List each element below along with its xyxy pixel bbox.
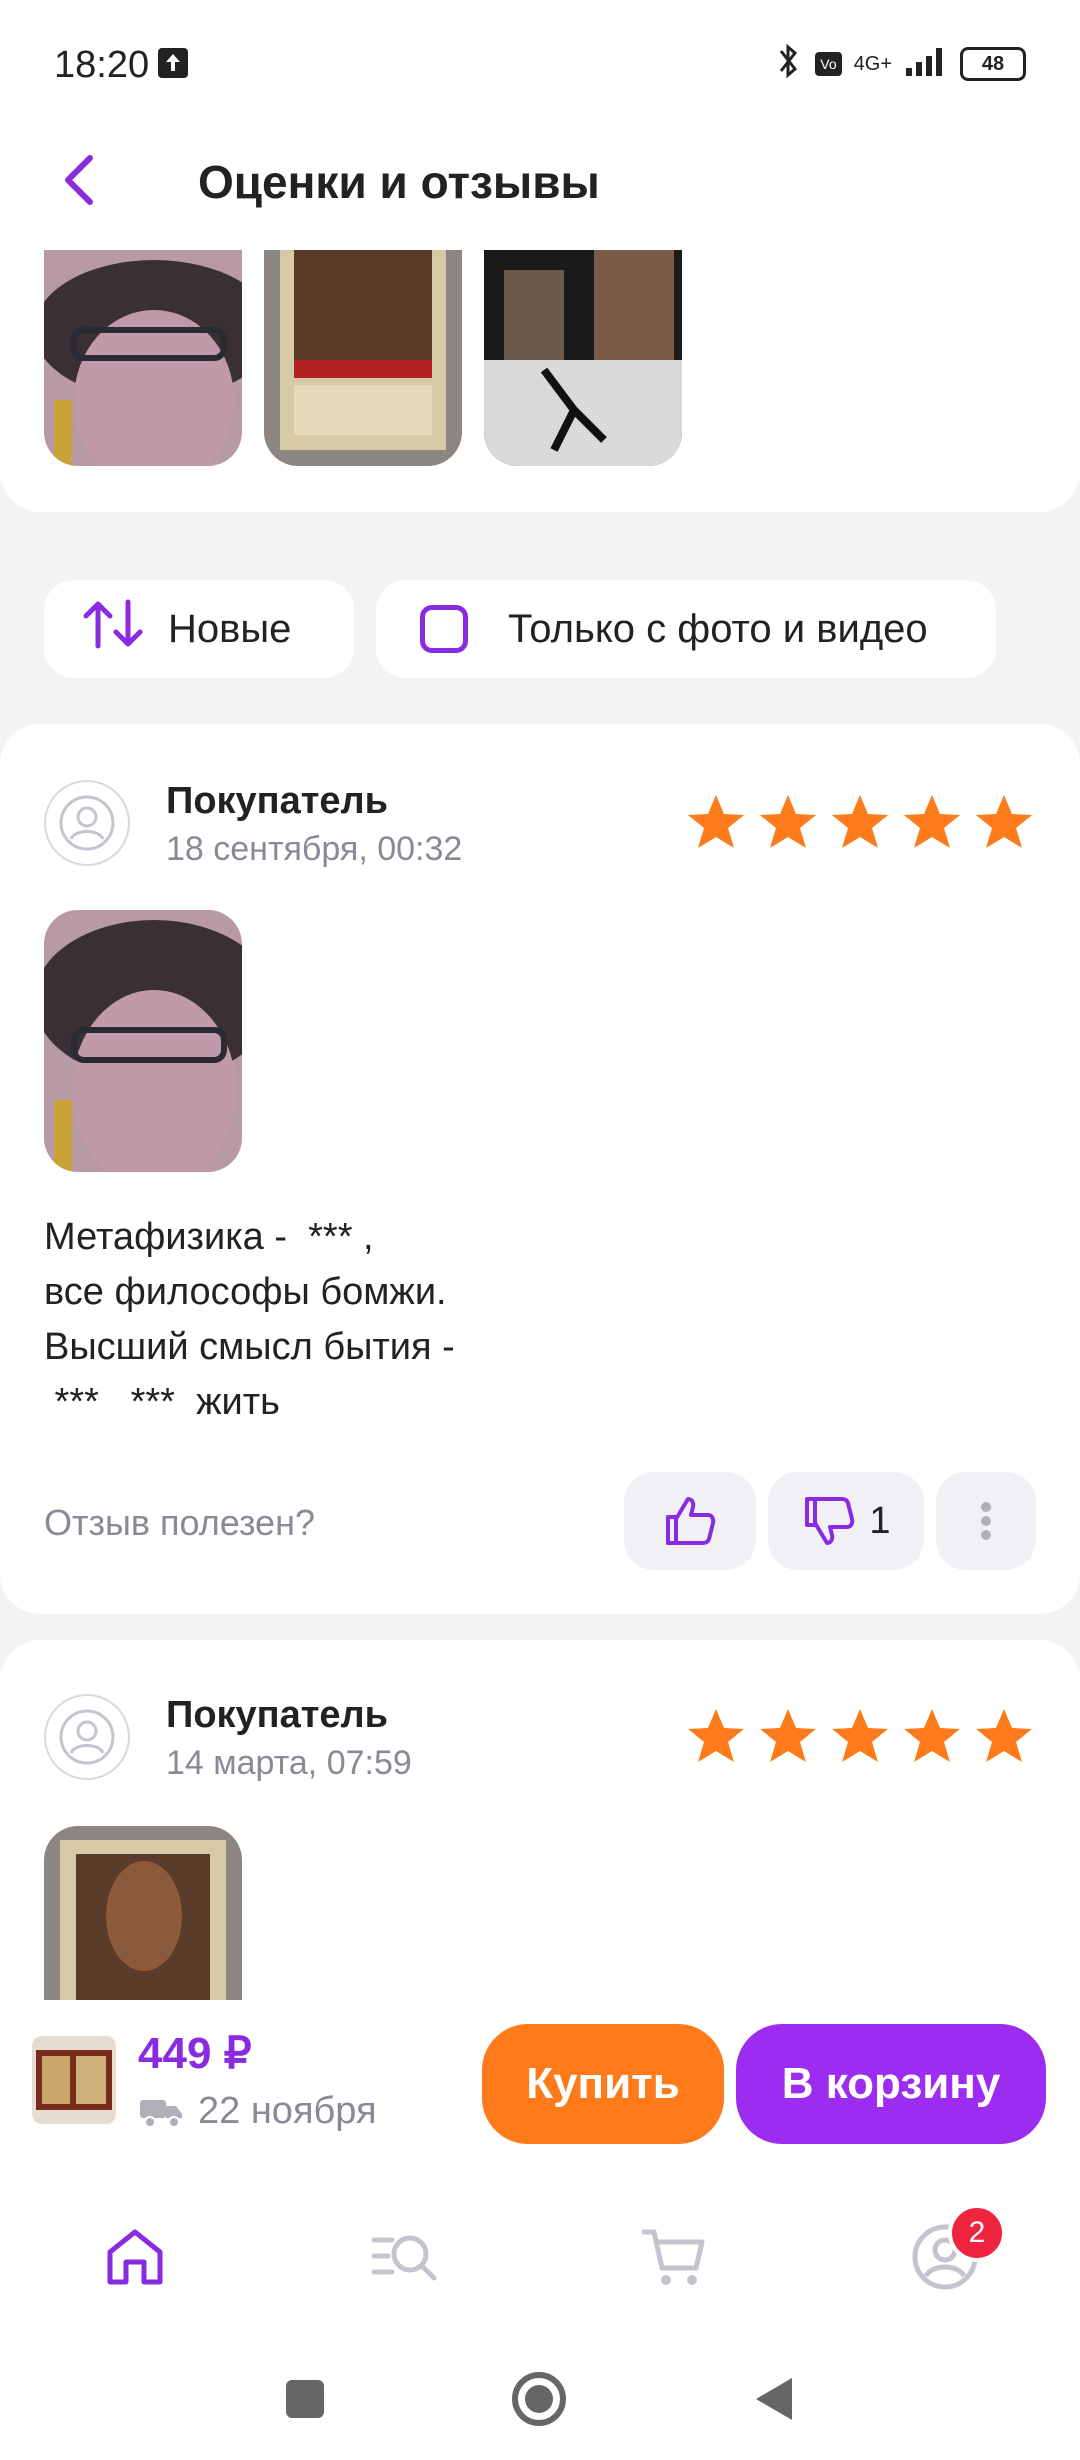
delivery-date: 22 ноября: [198, 2090, 377, 2132]
review-text: Метафизика - *** , все философы бомжи. В…: [44, 1210, 455, 1430]
home-icon: [107, 2229, 163, 2285]
thumbs-down-icon: [805, 1497, 855, 1545]
triangle-back-icon: [756, 2378, 792, 2420]
star-icon: [976, 795, 1032, 848]
notification-badge: 2: [948, 2204, 1006, 2262]
dislike-button[interactable]: 1: [768, 1472, 924, 1570]
star-rating: [686, 1706, 1034, 1766]
back-button[interactable]: [50, 150, 110, 210]
more-vertical-icon: [981, 1502, 991, 1540]
cart-icon: [641, 2229, 705, 2285]
truck-icon: [140, 2099, 182, 2128]
gallery-photo[interactable]: [44, 250, 242, 466]
sort-label: Новые: [168, 606, 292, 651]
star-rating: [686, 792, 1034, 852]
review-text-line: Высший смысл бытия -: [44, 1326, 455, 1368]
add-to-cart-button[interactable]: В корзину: [736, 2024, 1046, 2144]
user-icon: [59, 795, 115, 851]
gallery-photo[interactable]: [264, 250, 462, 466]
sort-chip[interactable]: Новые: [44, 580, 354, 678]
dislike-count: 1: [869, 1499, 891, 1542]
like-button[interactable]: [624, 1472, 756, 1570]
back-system-button[interactable]: [752, 2374, 796, 2429]
page-title: Оценки и отзывы: [198, 156, 600, 208]
review-text-line: Метафизика - *** ,: [44, 1216, 374, 1258]
photo-only-filter[interactable]: Только с фото и видео: [376, 580, 996, 678]
upload-icon: [158, 48, 188, 78]
photo-gallery: [0, 250, 1080, 512]
star-icon: [904, 795, 960, 848]
status-time: 18:20: [54, 44, 150, 86]
review-date: 18 сентября, 00:32: [166, 830, 463, 868]
sort-icon: [80, 596, 146, 662]
review-photo[interactable]: [44, 1826, 242, 2000]
review-text-line: все философы бомжи.: [44, 1271, 447, 1313]
bluetooth-icon: [773, 41, 803, 87]
review-photo[interactable]: [44, 910, 242, 1172]
product-price: 449 ₽: [138, 2029, 252, 2078]
buy-button[interactable]: Купить: [482, 2024, 724, 2144]
avatar: [44, 780, 130, 866]
star-icon: [688, 1709, 744, 1762]
review-author: Покупатель: [166, 1694, 389, 1736]
review-author: Покупатель: [166, 780, 389, 822]
status-icons: Vo 4G+ 48: [773, 41, 1026, 87]
nav-cart[interactable]: [640, 2222, 710, 2292]
volte-icon: Vo: [815, 52, 842, 76]
signal-icon: [904, 44, 948, 84]
photo-only-label: Только с фото и видео: [508, 606, 928, 651]
network-label: 4G+: [853, 52, 892, 75]
checkbox[interactable]: [420, 605, 468, 653]
battery-icon: 48: [960, 47, 1026, 81]
star-icon: [904, 1709, 960, 1762]
circle-icon: [512, 2372, 566, 2426]
home-system-button[interactable]: [510, 2370, 568, 2433]
star-icon: [760, 795, 816, 848]
helpful-label: Отзыв полезен?: [44, 1502, 315, 1543]
product-thumbnail[interactable]: [32, 2036, 116, 2124]
star-icon: [832, 1709, 888, 1762]
avatar: [44, 1694, 130, 1780]
recents-button[interactable]: [284, 2378, 326, 2425]
square-icon: [286, 2380, 324, 2418]
more-options-button[interactable]: [936, 1472, 1036, 1570]
thumbs-up-icon: [666, 1497, 716, 1545]
review-text-line: *** *** жить: [44, 1381, 280, 1423]
review-date: 14 марта, 07:59: [166, 1744, 412, 1782]
user-icon: [59, 1709, 115, 1765]
gallery-photo[interactable]: [484, 250, 682, 466]
star-icon: [976, 1709, 1032, 1762]
delivery-info: 22 ноября: [138, 2090, 377, 2133]
star-icon: [760, 1709, 816, 1762]
nav-home[interactable]: [100, 2222, 170, 2292]
nav-catalog[interactable]: [370, 2222, 440, 2292]
catalog-search-icon: [371, 2235, 437, 2281]
star-icon: [688, 795, 744, 848]
chevron-left-icon: [65, 155, 93, 205]
star-icon: [832, 795, 888, 848]
